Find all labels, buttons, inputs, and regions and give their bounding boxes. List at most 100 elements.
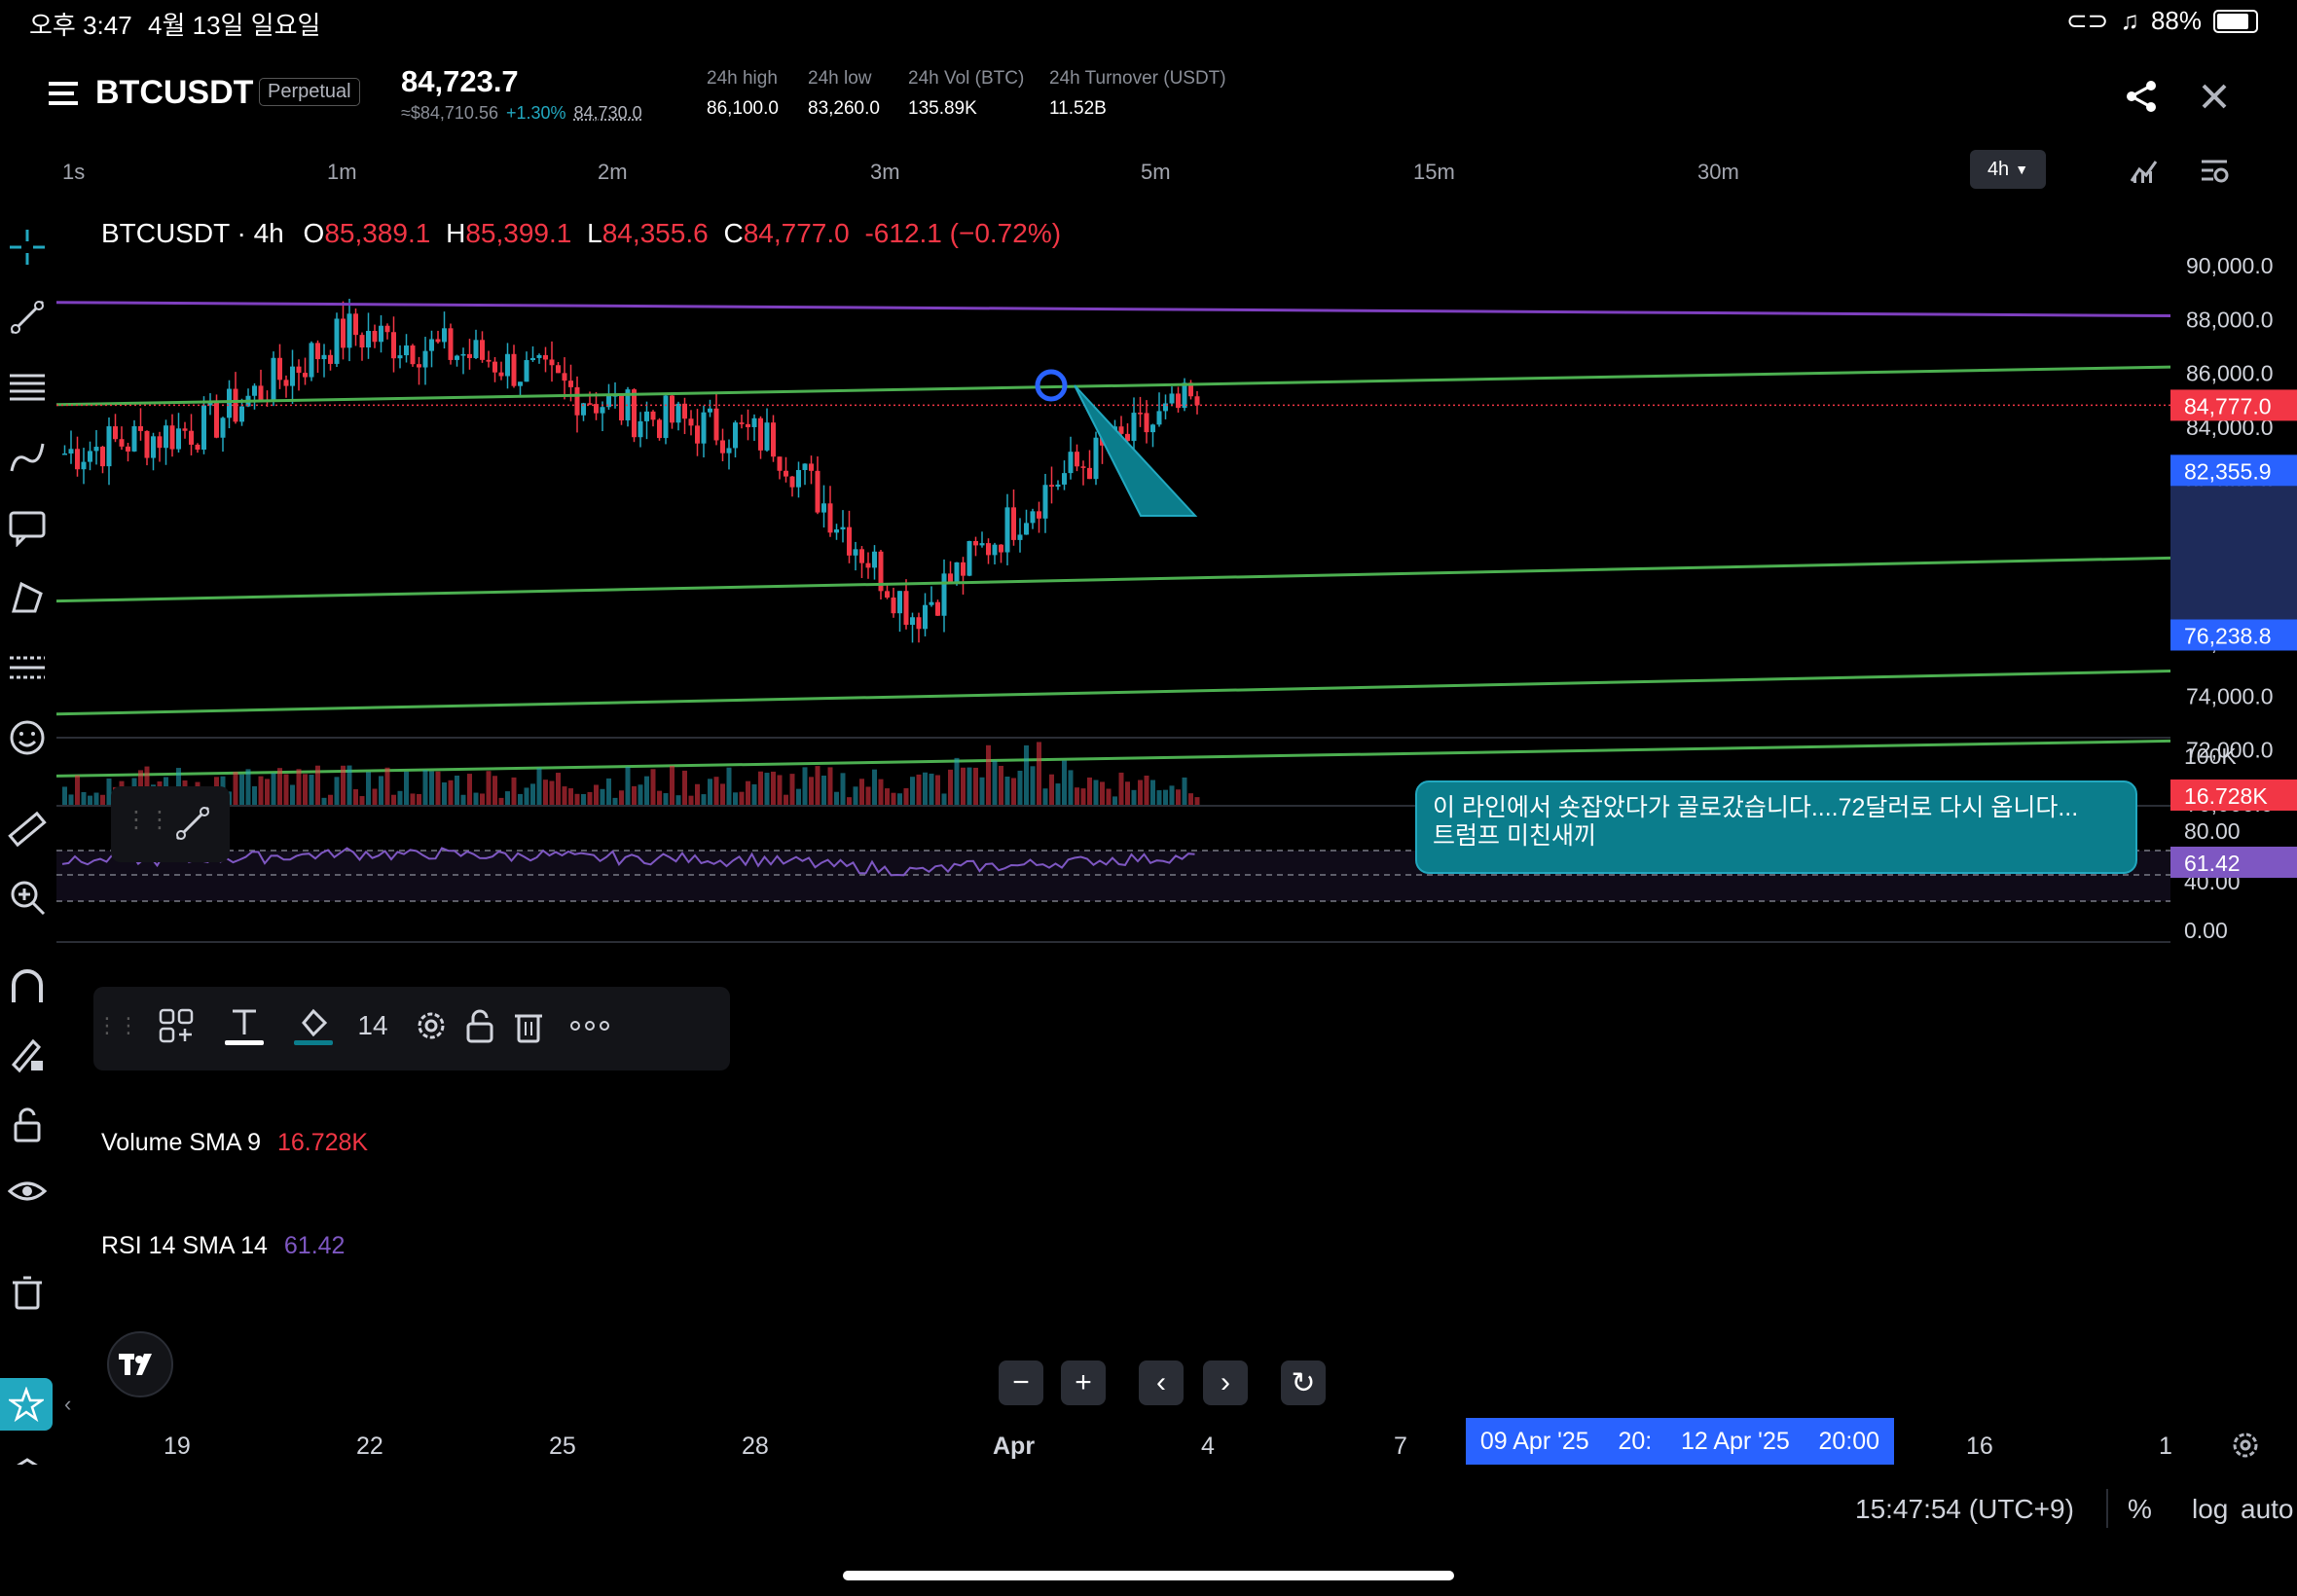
- volume-bar: [1093, 780, 1099, 806]
- tf-1s[interactable]: 1s: [62, 160, 85, 185]
- clock: 15:47:54 (UTC+9): [1855, 1494, 2074, 1524]
- candle-body: [556, 365, 561, 374]
- more-icon[interactable]: [561, 1000, 619, 1051]
- lock-icon[interactable]: [6, 1104, 49, 1146]
- candle-body: [214, 400, 219, 438]
- auto-toggle[interactable]: auto: [2241, 1494, 2294, 1525]
- tf-15m[interactable]: 15m: [1413, 160, 1455, 185]
- fill-color-icon[interactable]: [284, 1000, 343, 1051]
- legend-title: BTCUSDT · 4h: [101, 218, 284, 248]
- candle-body: [948, 573, 953, 583]
- volume-bar: [442, 781, 447, 806]
- candle-body: [93, 447, 99, 452]
- drag-handle-icon[interactable]: ⋮⋮: [125, 806, 171, 834]
- candle-body: [574, 386, 580, 416]
- trendline-tool-icon[interactable]: [6, 296, 49, 339]
- ruler-icon[interactable]: [6, 808, 49, 851]
- volume-bar: [271, 773, 276, 806]
- tradingview-logo-icon[interactable]: [107, 1331, 173, 1397]
- tf-dropdown[interactable]: 4h ▼: [1970, 150, 2046, 189]
- percent-toggle[interactable]: %: [2128, 1494, 2152, 1525]
- legend-close: 84,777.0: [743, 218, 850, 248]
- settings-gear-icon[interactable]: [407, 1000, 456, 1051]
- candle-body: [587, 403, 593, 405]
- prediction-tool-icon[interactable]: [6, 646, 49, 689]
- time-label-16: 16: [1966, 1433, 1993, 1460]
- symbol-title[interactable]: BTCUSDT: [95, 74, 253, 112]
- candle-body: [784, 470, 788, 477]
- time-label-4: 4: [1201, 1433, 1215, 1460]
- log-toggle[interactable]: log: [2192, 1494, 2228, 1525]
- volume-legend[interactable]: Volume SMA 9 16.728K: [101, 1129, 368, 1157]
- volume-bar: [1163, 789, 1168, 806]
- favorites-button[interactable]: [0, 1378, 53, 1431]
- tf-2m[interactable]: 2m: [598, 160, 628, 185]
- volume-bar: [290, 784, 295, 806]
- chart-settings-icon[interactable]: [2200, 156, 2229, 185]
- volume-bar: [309, 775, 314, 806]
- drag-handle-icon[interactable]: ⋮⋮: [96, 1000, 139, 1051]
- candle-body: [1194, 396, 1200, 406]
- bottom-price-tag: 76,238.8: [2184, 623, 2272, 648]
- volume-bar: [612, 797, 618, 806]
- eye-icon[interactable]: [6, 1170, 49, 1213]
- candle-body: [1087, 467, 1092, 480]
- close-icon[interactable]: [2200, 82, 2229, 111]
- zoom-in-button[interactable]: +: [1061, 1360, 1106, 1405]
- range-end: 12 Apr '25: [1680, 1427, 1790, 1455]
- candle-body: [1144, 413, 1149, 433]
- share-icon[interactable]: [2126, 80, 2159, 113]
- volume-bar: [524, 787, 529, 806]
- unlock-icon[interactable]: [456, 1000, 504, 1051]
- candle-body: [941, 573, 947, 616]
- volume-bar: [802, 767, 808, 806]
- legend-high: 85,399.1: [465, 218, 572, 248]
- trendlines[interactable]: [56, 301, 2170, 778]
- status-bar: 오후 3:47 4월 13일 일요일 ⊂⊃ ♫ 88%: [0, 0, 2297, 45]
- tf-3m[interactable]: 3m: [870, 160, 900, 185]
- volume-bar: [619, 790, 624, 806]
- zoom-out-button[interactable]: −: [999, 1360, 1043, 1405]
- volume-bar: [328, 794, 333, 806]
- candle-body: [897, 591, 902, 614]
- reset-chart-button[interactable]: ↻: [1281, 1360, 1326, 1405]
- volume-bar: [1017, 770, 1023, 806]
- trendline-icon[interactable]: [171, 802, 214, 850]
- magnet-icon[interactable]: [6, 967, 49, 1010]
- zoom-in-icon[interactable]: [6, 876, 49, 919]
- pattern-tool-icon[interactable]: [6, 576, 49, 619]
- volume-bar: [796, 788, 801, 806]
- candle-body: [764, 422, 770, 451]
- tf-1m[interactable]: 1m: [327, 160, 357, 185]
- menu-icon[interactable]: [49, 80, 80, 107]
- templates-icon[interactable]: [152, 1000, 201, 1051]
- annotation-callout[interactable]: 이 라인에서 숏잡았다가 골로갔습니다....72달러로 다시 옵니다... 트…: [1415, 780, 2137, 874]
- trash-icon[interactable]: [6, 1271, 49, 1314]
- font-size-value[interactable]: 14: [348, 1000, 397, 1051]
- fib-tool-icon[interactable]: [6, 366, 49, 409]
- volume-bar: [834, 791, 839, 806]
- tf-5m[interactable]: 5m: [1141, 160, 1171, 185]
- scroll-right-button[interactable]: ›: [1203, 1360, 1248, 1405]
- lock-drawing-icon[interactable]: [6, 1034, 49, 1076]
- delete-icon[interactable]: [504, 1000, 553, 1051]
- crosshair-icon[interactable]: [6, 226, 49, 269]
- volume-bar: [682, 770, 687, 806]
- tf-30m[interactable]: 30m: [1697, 160, 1739, 185]
- indicators-icon[interactable]: [2130, 156, 2159, 185]
- price-axis[interactable]: 90,000.088,000.086,000.084,000.082,000.0…: [2170, 204, 2297, 1465]
- brush-tool-icon[interactable]: [6, 436, 49, 479]
- candle-body: [138, 425, 143, 431]
- candle-body: [455, 355, 459, 360]
- text-tool-icon[interactable]: [6, 506, 49, 549]
- text-color-icon[interactable]: [220, 1000, 269, 1051]
- axis-settings-icon[interactable]: [2229, 1429, 2262, 1467]
- volume-bar: [417, 793, 421, 806]
- rsi-legend[interactable]: RSI 14 SMA 14 61.42: [101, 1232, 345, 1260]
- volume-bar: [663, 793, 669, 806]
- scroll-left-button[interactable]: ‹: [1139, 1360, 1184, 1405]
- mark-price: 84,730.0: [573, 103, 642, 123]
- volume-bar: [1011, 778, 1016, 806]
- home-indicator[interactable]: [843, 1571, 1454, 1580]
- emoji-tool-icon[interactable]: [6, 716, 49, 759]
